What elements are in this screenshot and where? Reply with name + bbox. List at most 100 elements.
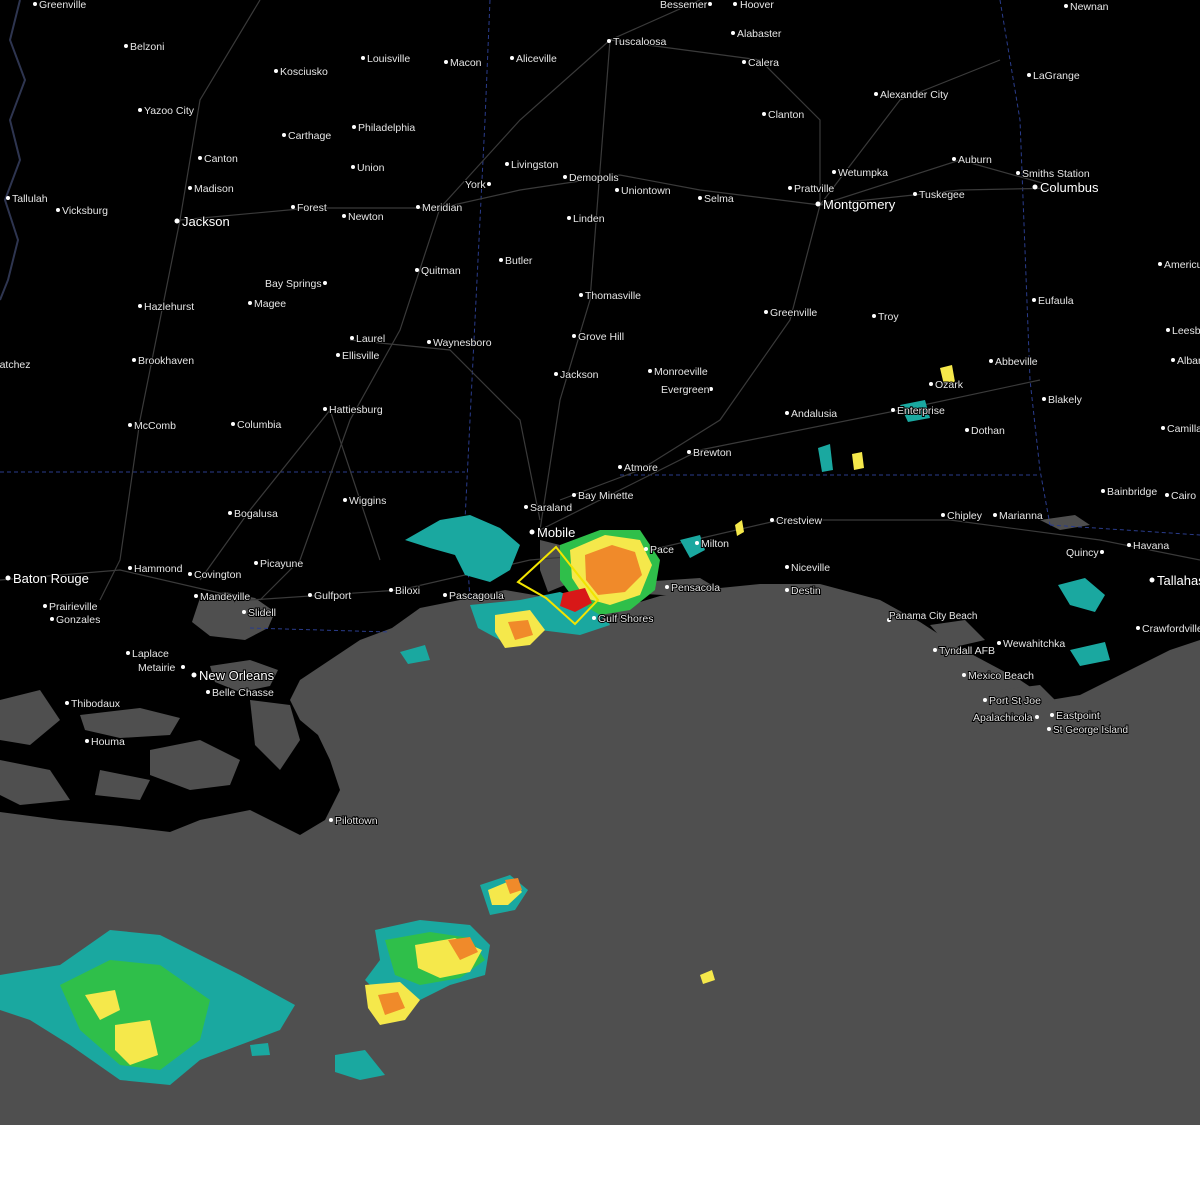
- radar-map[interactable]: Greenville Bessemer Hoover Newnan Belzon…: [0, 0, 1200, 1125]
- city-label: Thibodaux: [71, 698, 121, 710]
- city-label: Blakely: [1048, 394, 1083, 406]
- city-mandeville: Mandeville: [194, 590, 251, 604]
- city-uniontown: Uniontown: [615, 184, 672, 198]
- city-label: Forest: [297, 202, 327, 214]
- city-thibodaux: Thibodaux: [65, 697, 122, 711]
- city-label: Slidell: [248, 607, 276, 619]
- city-quincy: Quincy: [1065, 546, 1104, 560]
- city-chipley: Chipley: [941, 509, 984, 523]
- city-gonzales: Gonzales: [50, 613, 101, 627]
- city-mobile: Mobile: [529, 524, 576, 541]
- city-bainbridge: Bainbridge: [1101, 485, 1158, 499]
- city-brookhaven: Brookhaven: [132, 354, 195, 368]
- city-quitman: Quitman: [415, 264, 462, 278]
- city-label: Brookhaven: [138, 355, 194, 367]
- city-label: Carthage: [288, 130, 331, 142]
- city-label: Wetumpka: [838, 167, 888, 179]
- city-slidell: Slidell: [242, 606, 277, 620]
- city-pilottown: Pilottown: [329, 814, 379, 828]
- city-jackson-ms: Jackson: [174, 213, 231, 230]
- city-label: Philadelphia: [358, 122, 415, 134]
- city-label: Magee: [254, 298, 286, 310]
- city-butler: Butler: [499, 254, 534, 268]
- city-label: Montgomery: [823, 197, 896, 212]
- city-clanton: Clanton: [762, 108, 805, 122]
- city-label: Covington: [194, 569, 241, 581]
- city-label: Tyndall AFB: [939, 645, 995, 657]
- city-demopolis: Demopolis: [563, 171, 620, 185]
- city-label: Monroeville: [654, 366, 708, 378]
- city-label: York: [465, 179, 486, 191]
- city-label: Grove Hill: [578, 331, 624, 343]
- city-bessemer: Bessemer: [659, 0, 712, 12]
- city-label: Natchez: [0, 359, 31, 371]
- city-label: Americus: [1164, 259, 1200, 271]
- city-label: Demopolis: [569, 172, 619, 184]
- city-wewahitchka: Wewahitchka: [997, 637, 1066, 651]
- city-gulf-shores: Gulf Shores: [592, 612, 654, 626]
- city-waynesboro: Waynesboro: [427, 336, 493, 350]
- city-label: Cairo: [1171, 490, 1196, 502]
- city-louisville: Louisville: [361, 52, 411, 66]
- mississippi-river: [0, 0, 27, 301]
- city-label: Selma: [704, 193, 734, 205]
- city-label: Newton: [348, 211, 384, 223]
- city-label: Hoover: [740, 0, 774, 11]
- city-eastpoint: Eastpoint: [1050, 709, 1101, 723]
- city-mexico-beach: Mexico Beach: [962, 669, 1035, 683]
- city-label: Union: [357, 162, 385, 174]
- city-label: Aliceville: [516, 53, 557, 65]
- city-label: Columbus: [1040, 180, 1099, 195]
- city-columbus: Columbus: [1032, 179, 1100, 196]
- city-eufaula: Eufaula: [1032, 294, 1075, 308]
- city-label: McComb: [134, 420, 176, 432]
- city-label: Evergreen: [661, 384, 710, 396]
- city-label: Smiths Station: [1022, 168, 1090, 180]
- city-natchez: Natchez: [0, 358, 32, 372]
- city-hattiesburg: Hattiesburg: [323, 403, 384, 417]
- city-label: Quincy: [1066, 547, 1099, 559]
- city-brewton: Brewton: [687, 446, 733, 460]
- city-label: Louisville: [367, 53, 410, 65]
- city-belzoni: Belzoni: [124, 40, 165, 54]
- city-crestview: Crestview: [770, 514, 824, 528]
- city-label: Gulf Shores: [598, 613, 653, 625]
- city-label: Ozark: [935, 379, 964, 391]
- city-gulfport: Gulfport: [308, 589, 352, 603]
- city-label: Gonzales: [56, 614, 100, 626]
- city-label: Greenville: [39, 0, 86, 11]
- city-evergreen: Evergreen: [660, 383, 713, 397]
- city-label: Yazoo City: [144, 105, 195, 117]
- city-label: Apalachicola: [973, 712, 1033, 724]
- city-label: Newnan: [1070, 1, 1109, 13]
- city-label: Troy: [878, 311, 899, 323]
- city-label: Bessemer: [660, 0, 708, 11]
- city-label: Hattiesburg: [329, 404, 383, 416]
- city-label: Panama City Beach: [889, 611, 977, 622]
- city-label: Prattville: [794, 183, 834, 195]
- city-enterprise: Enterprise: [891, 404, 946, 418]
- city-atmore: Atmore: [618, 461, 659, 475]
- city-label: Prairieville: [49, 601, 98, 613]
- city-prairieville: Prairieville: [43, 600, 99, 614]
- city-yazoo-city: Yazoo City: [138, 104, 196, 118]
- city-new-orleans: New Orleans: [191, 667, 276, 684]
- city-magee: Magee: [248, 297, 287, 311]
- city-thomasville: Thomasville: [579, 289, 642, 303]
- city-calera: Calera: [742, 56, 780, 70]
- city-label: Saraland: [530, 502, 572, 514]
- city-label: Marianna: [999, 510, 1043, 522]
- city-label: Vicksburg: [62, 205, 108, 217]
- city-carthage: Carthage: [282, 129, 332, 143]
- city-hammond: Hammond: [128, 562, 184, 576]
- city-prattville: Prattville: [788, 182, 835, 196]
- city-label: Camilla: [1167, 423, 1200, 435]
- city-marianna: Marianna: [993, 509, 1044, 523]
- city-madison: Madison: [188, 182, 235, 196]
- city-label: Metairie: [138, 662, 176, 674]
- city-vicksburg: Vicksburg: [56, 204, 109, 218]
- city-niceville: Niceville: [785, 561, 831, 575]
- city-label: Hammond: [134, 563, 183, 575]
- city-label: Alexander City: [880, 89, 949, 101]
- city-label: Pace: [650, 544, 674, 556]
